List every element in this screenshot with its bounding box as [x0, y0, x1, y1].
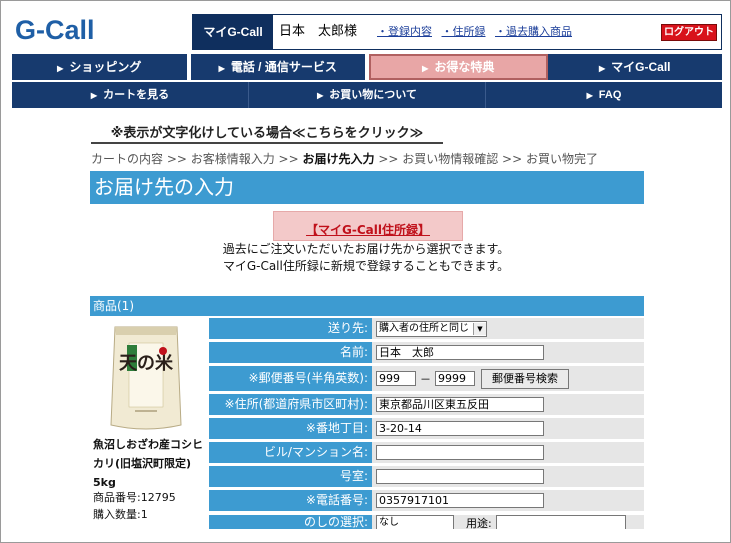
my-gcall-bar: マイG-Call 日本 太郎様 ・登録内容 ・住所録 ・過去購入商品 ログアウト [192, 14, 722, 50]
link-registration[interactable]: ・登録内容 [377, 25, 432, 38]
nav-my-gcall[interactable]: ▶ マイG-Call [548, 54, 723, 80]
svg-text:天の米: 天の米 [119, 352, 174, 374]
zip-separator: － [420, 372, 431, 386]
room-input[interactable] [376, 469, 544, 484]
building-input[interactable] [376, 445, 544, 460]
desc-line-1: 過去にご注文いただいたお届け先から選択できます。 [222, 242, 510, 256]
phone-input[interactable]: 0357917101 [376, 493, 544, 508]
row-name: 名前: 日本 太郎 [209, 342, 644, 363]
row-send-to: 送り先: 購入者の住所と同じ ▼ [209, 318, 644, 339]
nav-arrow-icon: ▶ [90, 91, 98, 100]
page-frame: G-Call マイG-Call 日本 太郎様 ・登録内容 ・住所録 ・過去購入商… [0, 0, 731, 543]
page-title: お届け先の入力 [90, 171, 644, 204]
address-label: ※住所(都道府県市区町村): [209, 394, 372, 415]
steps-before: カートの内容 >> お客様情報入力 >> [91, 152, 303, 166]
nav-arrow-icon: ▶ [599, 64, 606, 73]
account-links: ・登録内容 ・住所録 ・過去購入商品 [377, 15, 578, 49]
nav-arrow-icon: ▶ [218, 64, 225, 73]
nav-arrow-icon: ▶ [422, 64, 429, 73]
nav-arrow-icon: ▶ [57, 64, 64, 73]
address-book-description: 過去にご注文いただいたお届け先から選択できます。 マイG-Call住所録に新規で… [181, 241, 551, 275]
username: 日本 太郎様 [279, 24, 358, 39]
delivery-form: 送り先: 購入者の住所と同じ ▼ 名前: 日本 太郎 ※郵便番号(半角英数): … [209, 318, 644, 529]
zip-label: ※郵便番号(半角英数): [209, 366, 372, 391]
checkout-steps: カートの内容 >> お客様情報入力 >> お届け先入力 >> お買い物情報確認 … [91, 150, 598, 167]
logout-button[interactable]: ログアウト [661, 24, 717, 41]
row-noshi: のしの選択: なし 用途: [209, 515, 644, 529]
row-room: 号室: [209, 466, 644, 487]
product-quantity: 購入数量:1 [93, 508, 148, 521]
nav-phone-services[interactable]: ▶ 電話 / 通信サービス [191, 54, 369, 80]
zip-second-input[interactable]: 9999 [435, 371, 475, 386]
gcall-logo[interactable]: G-Call [15, 15, 95, 46]
row-phone: ※電話番号: 0357917101 [209, 490, 644, 511]
use-label: 用途: [466, 517, 492, 529]
chevron-down-icon: ▼ [473, 322, 486, 335]
current-step: お届け先入力 [302, 152, 375, 166]
my-gcall-tag: マイG-Call [193, 15, 273, 49]
noshi-select[interactable]: なし [376, 515, 454, 529]
zip-first-input[interactable]: 999 [376, 371, 416, 386]
room-label: 号室: [209, 466, 372, 487]
nav-faq[interactable]: ▶ FAQ [486, 82, 722, 108]
product-name: 魚沼しおざわ産コシヒカリ(旧塩沢町限定) 5kg [93, 438, 203, 489]
send-to-label: 送り先: [209, 318, 372, 339]
main-nav: ▶ ショッピング ▶ 電話 / 通信サービス ▶ お得な特典 ▶ マイG-Call [12, 54, 722, 80]
use-input[interactable] [495, 515, 626, 529]
zip-search-button[interactable]: 郵便番号検索 [481, 368, 569, 389]
link-address-book[interactable]: ・住所録 [442, 25, 486, 38]
address-book-button[interactable]: 【マイG-Call住所録】 [273, 211, 463, 241]
street-label: ※番地丁目: [209, 418, 372, 439]
address-input[interactable]: 東京都品川区東五反田 [376, 397, 544, 412]
link-past-purchases[interactable]: ・過去購入商品 [495, 25, 572, 38]
row-address: ※住所(都道府県市区町村): 東京都品川区東五反田 [209, 394, 644, 415]
row-zip: ※郵便番号(半角英数): 999 － 9999 郵便番号検索 [209, 366, 644, 391]
nav-special-offers[interactable]: ▶ お得な特典 [369, 54, 548, 80]
product-info: 商品番号:12795 購入数量:1 [93, 489, 208, 523]
steps-after: >> お買い物情報確認 >> お買い物完了 [374, 152, 598, 166]
send-to-select[interactable]: 購入者の住所と同じ ▼ [376, 320, 487, 337]
nav-shopping-guide[interactable]: ▶ お買い物について [249, 82, 486, 108]
nav-view-cart[interactable]: ▶ カートを見る [12, 82, 249, 108]
phone-label: ※電話番号: [209, 490, 372, 511]
product-code: 商品番号:12795 [93, 491, 176, 504]
name-label: 名前: [209, 342, 372, 363]
desc-line-2: マイG-Call住所録に新規で登録することもできます。 [222, 259, 510, 273]
name-input[interactable]: 日本 太郎 [376, 345, 544, 360]
sub-nav: ▶ カートを見る ▶ お買い物について ▶ FAQ [12, 82, 722, 108]
nav-arrow-icon: ▶ [586, 91, 593, 100]
row-building: ビル/マンション名: [209, 442, 644, 463]
noshi-label: のしの選択: [209, 515, 372, 529]
nav-shopping[interactable]: ▶ ショッピング [12, 54, 191, 80]
product-image: 天の米 [110, 326, 182, 430]
product-heading: 商品(1) [90, 296, 644, 316]
building-label: ビル/マンション名: [209, 442, 372, 463]
nav-arrow-icon: ▶ [317, 91, 324, 100]
street-input[interactable]: 3-20-14 [376, 421, 544, 436]
encoding-notice-link[interactable]: ※表示が文字化けしている場合≪こちらをクリック≫ [91, 122, 443, 144]
row-street: ※番地丁目: 3-20-14 [209, 418, 644, 439]
